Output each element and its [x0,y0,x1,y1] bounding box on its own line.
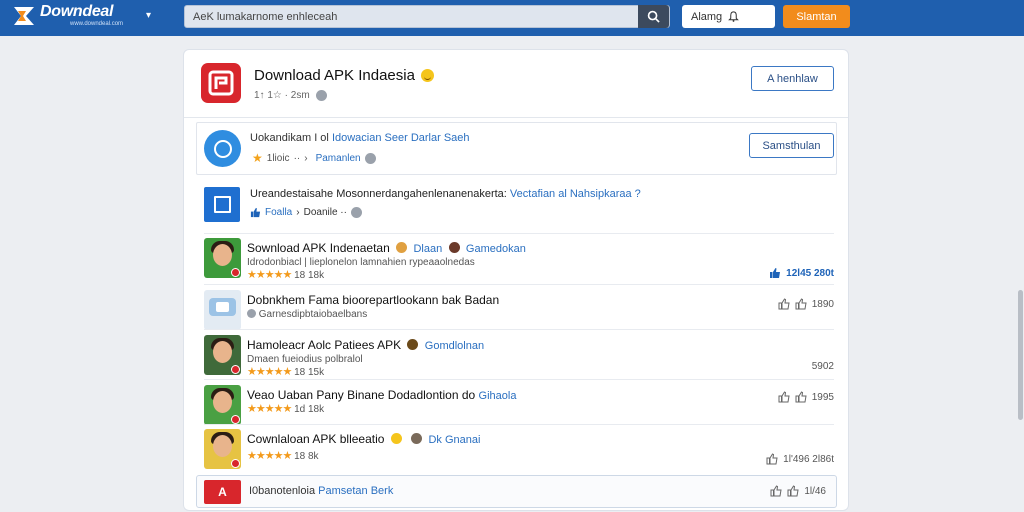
thumbs-up-icon[interactable] [250,207,261,218]
open-button[interactable]: A henhlaw [751,66,834,91]
list-item[interactable]: Dobnkhem Fama bioorepartlookann bak Bada… [204,288,834,334]
notification-label: Alamg [691,10,723,23]
thumbs-up-icon[interactable] [770,485,782,497]
list-item[interactable]: Veao Uaban Pany Binane Dodadlontion do G… [204,383,834,429]
channel-icon [204,130,241,167]
search-button[interactable] [638,5,669,28]
bell-icon [728,11,740,22]
star-rating: ★★★★★ [247,366,292,378]
subscription-link[interactable]: Idowacian Seer Darlar Saeh [332,132,470,144]
app-icon [201,63,241,103]
divider [204,284,834,285]
site-logo[interactable]: Downdeal www.downdeal.com [14,4,123,27]
topic-icon [204,187,240,222]
avatar [204,238,241,278]
top-header: Downdeal www.downdeal.com ▾ Alamg Slamta… [0,0,1024,36]
thumbs-up-icon[interactable] [795,391,807,403]
star-icon: ★ [252,151,263,165]
chevron-down-icon[interactable]: ▾ [146,10,151,21]
star-rating: ★★★★★ [247,450,292,462]
info-icon [247,309,256,318]
scrollbar[interactable] [1018,290,1023,420]
list-item[interactable]: Sownload APK Indenaetan Dlaan Gamedokan … [204,236,834,282]
topic-meta: Foalla › Doanile ·· [250,207,362,218]
topic-title: Ureandestaisahe Mosonnerdangahenlenanena… [250,188,641,200]
signup-button[interactable]: Slamtan [783,5,850,28]
divider [204,379,834,380]
thumbs-up-icon[interactable] [766,453,778,465]
star-rating: ★★★★★ [247,269,292,281]
star-rating: ★★★★★ [247,403,292,415]
footer-link[interactable]: Pamsetan Berk [318,485,393,497]
thumbs-up-icon[interactable] [778,391,790,403]
divider [204,424,834,425]
app-meta: 1↑ 1☆ · 2sm [254,90,327,101]
avatar [204,335,241,375]
subscription-meta-link[interactable]: Pamanlen [316,153,361,164]
smile-emoji-icon [420,69,434,82]
divider [204,233,834,234]
user-avatar-icon [448,242,460,253]
topic-card: Ureandestaisahe Mosonnerdangahenlenanena… [196,179,837,229]
list-item[interactable]: Cownlaloan APK blleeatio Dk Gnanai ★★★★★… [204,427,834,473]
subscription-meta: ★ 1lioic ·· › Pamanlen [252,151,376,165]
avatar [204,385,241,425]
subscription-title: Uokandikam I ol Idowacian Seer Darlar Sa… [250,132,470,144]
chevron-right-icon: › [296,207,300,218]
info-icon[interactable] [350,207,362,218]
user-avatar-icon [396,242,408,253]
logo-tagline: www.downdeal.com [70,21,124,27]
search-icon [647,10,660,23]
user-avatar-icon [407,339,419,350]
divider [184,117,848,118]
avatar [204,290,241,330]
search-input[interactable] [193,9,633,24]
divider [204,329,834,330]
list-item[interactable]: Hamoleacr Aolc Patiees APK Gomdlolnan Dm… [204,333,834,379]
thumbs-up-icon[interactable] [795,298,807,310]
page-title: Download APK Indaesia [254,67,434,84]
notification-button[interactable]: Alamg [682,5,775,28]
apk-logo-icon [208,70,234,96]
footer-row[interactable]: A I0banotenloia Pamsetan Berk 1l/46 [196,475,837,508]
search-bar [184,5,670,28]
logo-name: Downdeal [40,3,114,20]
avatar [204,429,241,469]
chevron-right-icon: › [304,152,308,164]
subscribe-button[interactable]: Samsthulan [749,133,834,158]
thumbs-up-icon[interactable] [787,485,799,497]
info-icon[interactable] [364,152,376,164]
apk-logo-icon: A [204,480,241,504]
topic-link[interactable]: Vectafian al Nahsipkaraa ? [510,188,641,200]
logo-icon [14,6,34,25]
smile-emoji-icon [390,433,402,444]
subscription-card: Uokandikam I ol Idowacian Seer Darlar Sa… [196,122,837,175]
info-icon[interactable] [315,90,327,101]
main-panel: Download APK Indaesia 1↑ 1☆ · 2sm A henh… [183,49,849,511]
thumbs-up-icon[interactable] [769,267,781,279]
user-avatar-icon [411,433,423,444]
thumbs-up-icon[interactable] [778,298,790,310]
